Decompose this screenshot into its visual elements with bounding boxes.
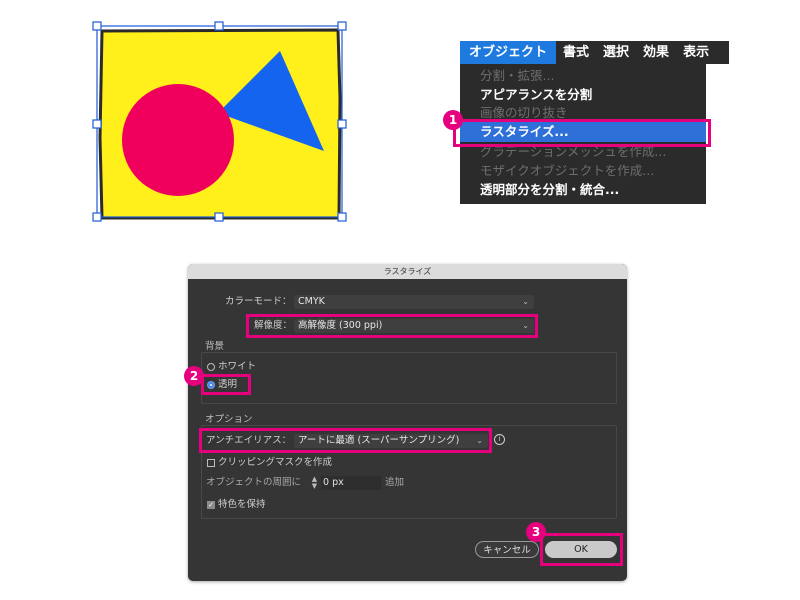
callout-box-rasterize (453, 119, 711, 147)
radio-white[interactable] (207, 363, 215, 371)
menubar-view[interactable]: 表示 (676, 41, 716, 64)
callout-box-antialias (199, 428, 492, 453)
cancel-button[interactable]: キャンセル (475, 541, 539, 558)
color-mode-value: CMYK (298, 296, 325, 307)
handle-left[interactable] (92, 119, 102, 129)
handle-top-right[interactable] (337, 21, 347, 31)
margin-label: オブジェクトの周囲に (206, 477, 302, 488)
step-badge-2: 2 (184, 366, 204, 386)
chevron-down-icon: ⌄ (522, 297, 529, 306)
handle-top-left[interactable] (92, 21, 102, 31)
handle-bottom[interactable] (214, 212, 224, 222)
margin-suffix: 追加 (385, 477, 405, 488)
color-mode-label: カラーモード： (225, 296, 292, 307)
menu-bar: オブジェクト 書式 選択 効果 表示 (460, 41, 729, 64)
color-mode-select[interactable]: CMYK ⌄ (294, 295, 534, 309)
menubar-select[interactable]: 選択 (596, 41, 636, 64)
artwork-selection[interactable] (90, 18, 352, 226)
margin-input[interactable]: 0 px (321, 476, 381, 490)
menubar-type[interactable]: 書式 (556, 41, 596, 64)
menu-item-flatten-transparency[interactable]: 透明部分を分割・統合... (480, 181, 619, 199)
handle-top[interactable] (214, 21, 224, 31)
menubar-effect[interactable]: 効果 (636, 41, 676, 64)
info-icon[interactable]: i (494, 434, 505, 445)
menu-item-expand[interactable]: 分割・拡張... (480, 67, 554, 85)
handle-bottom-right[interactable] (337, 212, 347, 222)
callout-box-ok (540, 533, 623, 566)
clipping-mask-label: クリッピングマスクを作成 (218, 457, 333, 468)
menu-item-expand-appearance[interactable]: アピアランスを分割 (480, 86, 592, 104)
radio-white-label: ホワイト (218, 361, 257, 372)
clipping-mask-checkbox[interactable] (207, 459, 215, 467)
background-group (201, 352, 617, 404)
handle-right[interactable] (337, 119, 347, 129)
callout-box-resolution (246, 314, 538, 338)
margin-stepper-icon[interactable]: ▲ ▼ (310, 476, 319, 490)
dialog-title: ラスタライズ (188, 264, 627, 279)
preserve-spot-label: 特色を保持 (218, 499, 266, 510)
menubar-object[interactable]: オブジェクト (460, 41, 557, 64)
step-badge-3: 3 (526, 522, 546, 542)
callout-box-transparent (201, 374, 251, 395)
step-badge-1: 1 (443, 110, 463, 130)
preserve-spot-checkbox[interactable]: ✓ (207, 501, 215, 509)
pink-circle (122, 84, 234, 196)
menu-item-create-object-mosaic[interactable]: モザイクオブジェクトを作成... (480, 162, 654, 180)
handle-bottom-left[interactable] (92, 212, 102, 222)
